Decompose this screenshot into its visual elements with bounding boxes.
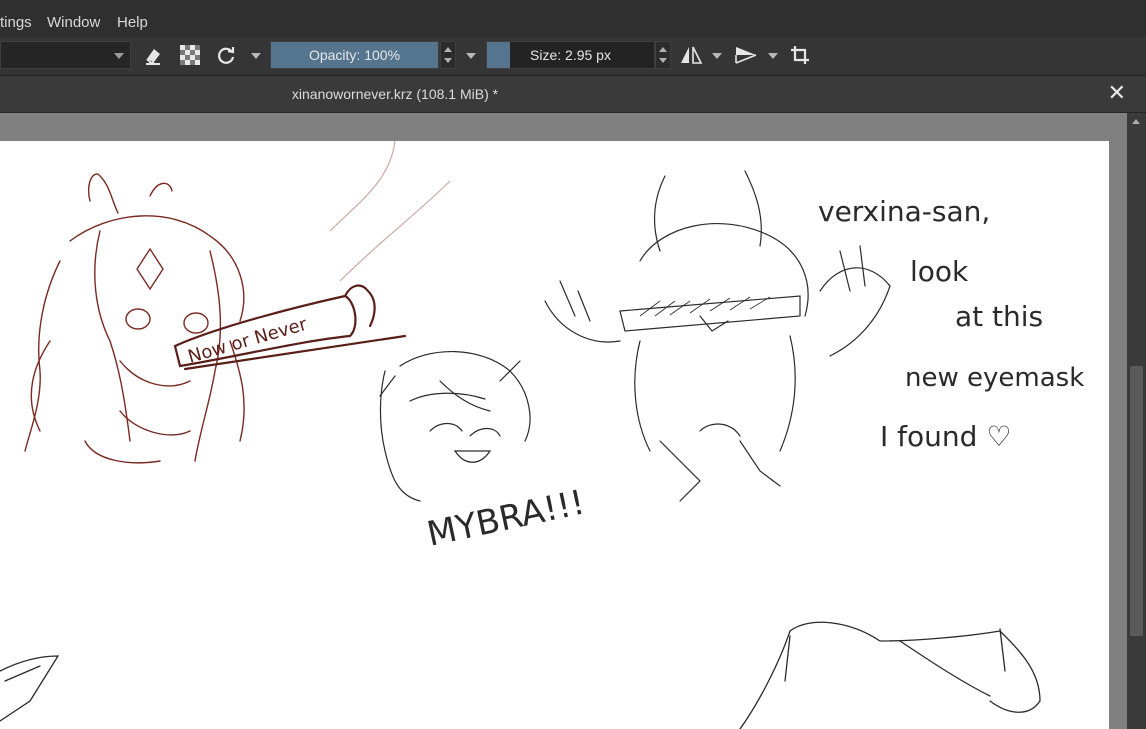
size-spinner[interactable] [655, 41, 671, 69]
mirror-vertical-chevron-icon[interactable] [768, 53, 778, 59]
dialogue-line-4: new eyemask [905, 363, 1084, 393]
dialogue-line-5: I found ♡ [880, 420, 1011, 453]
document-tab-title[interactable]: xinanowornever.krz (108.1 MiB) * [200, 86, 590, 102]
document-tab-bar: xinanowornever.krz (108.1 MiB) * ✕ [0, 75, 1146, 113]
dialogue-line-2: look [910, 255, 969, 288]
dialogue-line-3: at this [955, 300, 1043, 333]
opacity-spinner[interactable] [440, 41, 456, 69]
red-chibi-sketch [24, 173, 245, 464]
chevron-down-icon[interactable] [659, 58, 667, 63]
blending-mode-select[interactable] [0, 41, 131, 69]
drawing-canvas[interactable]: Now or Never MYBRA!!! verxina-san, look … [0, 141, 1109, 729]
scrollbar-thumb[interactable] [1130, 366, 1143, 636]
close-icon[interactable]: ✕ [1108, 83, 1126, 105]
mybra-text: MYBRA!!! [424, 482, 589, 554]
opacity-slider[interactable]: Opacity: 100% [270, 41, 439, 69]
chevron-up-icon[interactable] [659, 47, 667, 52]
mirror-vertical-icon[interactable] [734, 43, 758, 67]
canvas-area[interactable]: Now or Never MYBRA!!! verxina-san, look … [0, 113, 1127, 729]
dialogue-line-1: verxina-san, [818, 195, 990, 228]
opacity-dropdown-chevron-icon[interactable] [466, 53, 476, 59]
mirror-horizontal-chevron-icon[interactable] [712, 53, 722, 59]
checkerboard-icon[interactable] [178, 43, 202, 67]
bottom-sketches [0, 621, 1041, 729]
opacity-label: Opacity: 100% [308, 47, 401, 63]
vertical-scrollbar[interactable] [1127, 113, 1146, 729]
scroll-up-icon[interactable] [1132, 119, 1140, 124]
dialogue-text-group: verxina-san, look at this new eyemask I … [818, 195, 1084, 453]
eraser-icon[interactable] [141, 43, 165, 67]
mirror-horizontal-icon[interactable] [679, 43, 703, 67]
smoke-sketch [329, 141, 451, 282]
chevron-up-icon[interactable] [444, 47, 452, 52]
menu-window[interactable]: Window [47, 14, 100, 31]
size-label: Size: 2.95 px [530, 47, 611, 63]
crying-character-sketch [379, 351, 531, 502]
chevron-down-icon [114, 53, 124, 59]
menu-bar: tings Window Help [0, 0, 1146, 37]
menu-settings[interactable]: tings [0, 14, 32, 31]
crop-icon[interactable] [788, 43, 812, 67]
reload-dropdown-chevron-icon[interactable] [251, 53, 261, 59]
chevron-down-icon[interactable] [444, 58, 452, 63]
sketch-artwork: Now or Never MYBRA!!! verxina-san, look … [0, 141, 1084, 729]
size-slider[interactable]: Size: 2.95 px [486, 41, 655, 69]
reload-icon[interactable] [214, 43, 238, 67]
tool-options-bar: Opacity: 100% Size: 2.95 px [0, 37, 1146, 75]
menu-help[interactable]: Help [117, 14, 148, 31]
